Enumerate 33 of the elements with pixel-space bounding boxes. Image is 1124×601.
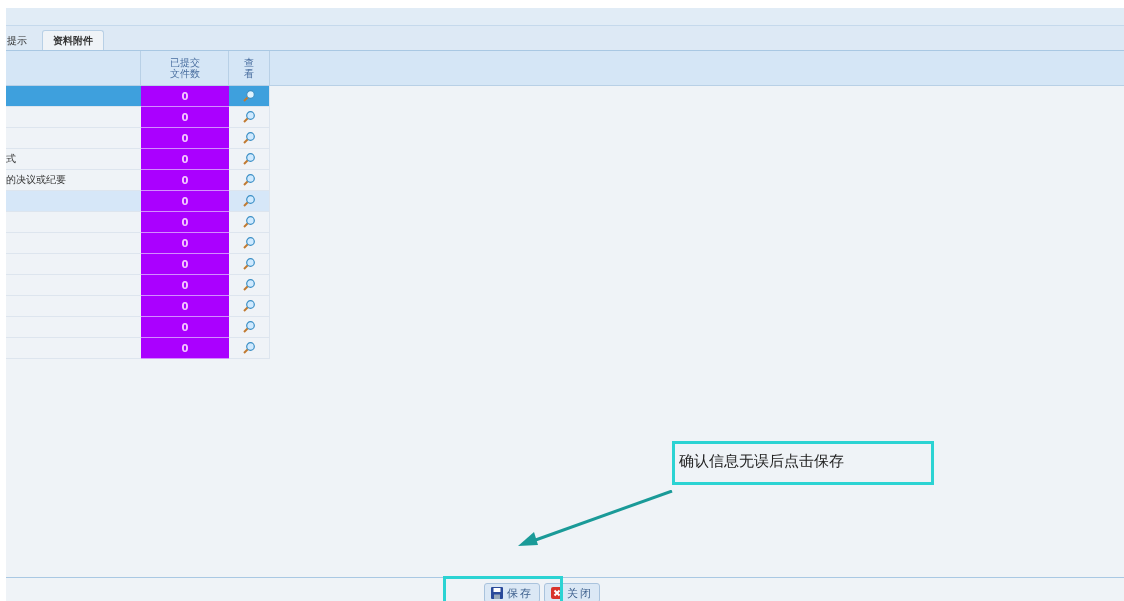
count-cell: 0 bbox=[141, 107, 229, 128]
search-icon[interactable] bbox=[242, 215, 256, 229]
search-icon[interactable] bbox=[242, 257, 256, 271]
count-cell: 0 bbox=[141, 212, 229, 233]
tab[interactable]: 资料附件 bbox=[42, 30, 104, 50]
search-icon[interactable] bbox=[242, 194, 256, 208]
count-cell: 0 bbox=[141, 149, 229, 170]
count-cell: 0 bbox=[141, 254, 229, 275]
count-cell: 0 bbox=[141, 317, 229, 338]
search-icon[interactable] bbox=[242, 152, 256, 166]
count-cell: 0 bbox=[141, 170, 229, 191]
callout-box: 确认信息无误后点击保存 bbox=[672, 441, 934, 485]
search-icon[interactable] bbox=[242, 131, 256, 145]
search-icon[interactable] bbox=[242, 341, 256, 355]
column-header: 查看 bbox=[243, 57, 255, 79]
count-cell: 0 bbox=[141, 275, 229, 296]
count-cell: 0 bbox=[141, 338, 229, 359]
count-cell: 0 bbox=[141, 233, 229, 254]
search-icon[interactable] bbox=[242, 173, 256, 187]
count-cell: 0 bbox=[141, 296, 229, 317]
count-cell: 0 bbox=[141, 191, 229, 212]
tab[interactable]: 提示 bbox=[6, 30, 38, 50]
column-header: 已提交文件数 bbox=[169, 57, 200, 79]
count-cell: 0 bbox=[141, 128, 229, 149]
close-button[interactable]: 关闭 bbox=[544, 583, 600, 601]
search-icon[interactable] bbox=[242, 278, 256, 292]
search-icon[interactable] bbox=[242, 89, 256, 103]
search-icon[interactable] bbox=[242, 299, 256, 313]
save-button[interactable]: 保存 bbox=[484, 583, 540, 601]
search-icon[interactable] bbox=[242, 236, 256, 250]
count-cell: 0 bbox=[141, 86, 229, 107]
search-icon[interactable] bbox=[242, 320, 256, 334]
search-icon[interactable] bbox=[242, 110, 256, 124]
